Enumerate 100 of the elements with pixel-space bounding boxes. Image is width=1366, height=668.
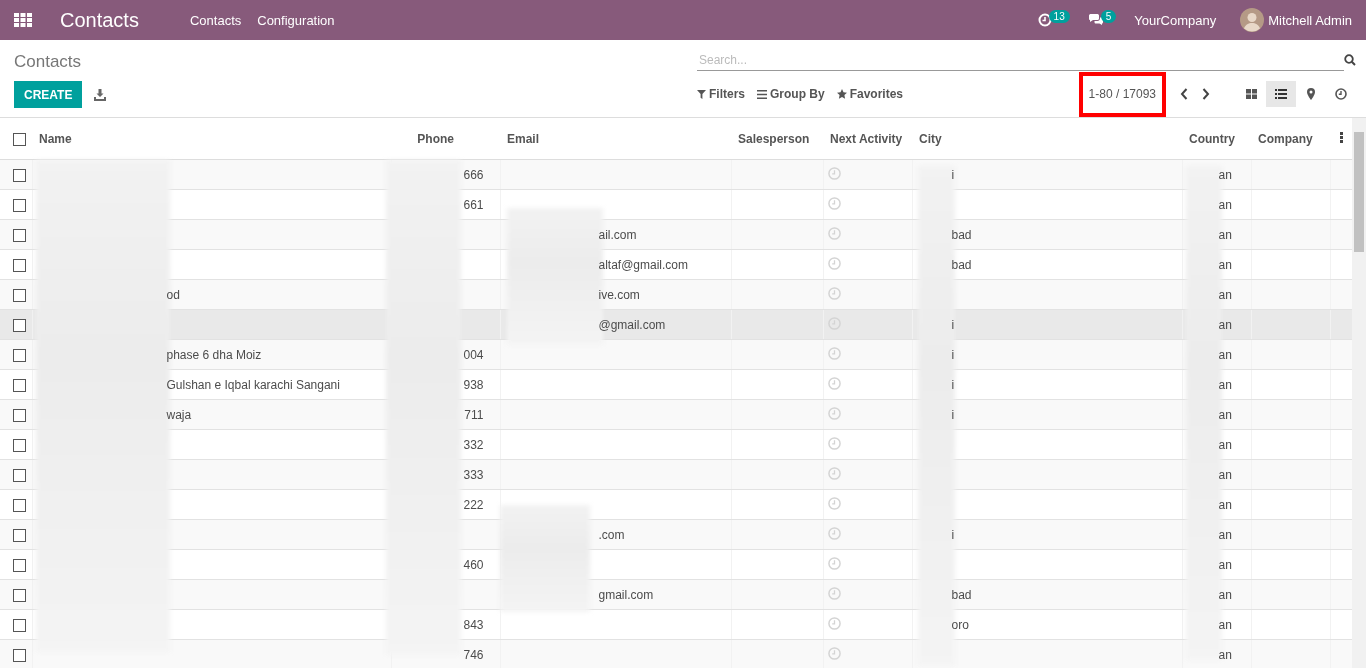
- row-checkbox[interactable]: [13, 588, 26, 602]
- row-checkbox[interactable]: [13, 408, 26, 422]
- city-cell: i: [951, 347, 955, 362]
- clock-icon: [1335, 88, 1347, 100]
- star-icon: [836, 89, 847, 99]
- phone-cell: 843: [463, 617, 484, 632]
- row-checkbox[interactable]: [13, 198, 26, 212]
- name-cell: waja: [166, 407, 192, 422]
- phone-cell: 661: [463, 197, 484, 212]
- column-header[interactable]: Country: [1182, 118, 1251, 160]
- country-cell: an: [1218, 647, 1232, 662]
- row-checkbox[interactable]: [13, 348, 26, 362]
- phone-cell: 938: [463, 377, 484, 392]
- country-cell: an: [1218, 347, 1232, 362]
- city-cell: bad: [951, 227, 972, 242]
- phone-cell: 666: [463, 167, 484, 182]
- city-cell: bad: [951, 587, 972, 602]
- country-cell: an: [1218, 227, 1232, 242]
- menu-item[interactable]: Configuration: [257, 12, 335, 28]
- email-cell: ail.com: [598, 227, 637, 242]
- name-cell: od: [166, 287, 180, 302]
- grid-icon: [1245, 89, 1257, 99]
- city-cell: i: [951, 317, 955, 332]
- phone-cell: 333: [463, 467, 484, 482]
- download-icon[interactable]: [94, 88, 107, 101]
- country-cell: an: [1218, 167, 1232, 182]
- column-header[interactable]: City: [912, 118, 1182, 160]
- row-checkbox[interactable]: [13, 528, 26, 542]
- country-cell: an: [1218, 377, 1232, 392]
- map-pin-icon: [1307, 88, 1315, 100]
- country-cell: an: [1218, 257, 1232, 272]
- country-cell: an: [1218, 497, 1232, 512]
- row-checkbox[interactable]: [13, 618, 26, 632]
- email-cell: ive.com: [598, 287, 640, 302]
- city-cell: bad: [951, 257, 972, 272]
- city-cell: i: [951, 167, 955, 182]
- search-field[interactable]: Search...: [697, 49, 1344, 71]
- country-cell: an: [1218, 437, 1232, 452]
- chat-icon[interactable]: [1087, 13, 1104, 27]
- country-cell: an: [1218, 467, 1232, 482]
- column-header[interactable]: Salesperson: [731, 118, 823, 160]
- row-checkbox[interactable]: [13, 288, 26, 302]
- row-checkbox[interactable]: [13, 378, 26, 392]
- email-cell: altaf@gmail.com: [598, 257, 689, 272]
- next-icon[interactable]: [1202, 88, 1210, 100]
- app-title: Contacts: [60, 8, 139, 32]
- country-cell: an: [1218, 317, 1232, 332]
- country-cell: an: [1218, 197, 1232, 212]
- select-all-checkbox[interactable]: [13, 132, 26, 146]
- column-header[interactable]: Email: [500, 118, 731, 160]
- search-option[interactable]: Favorites: [836, 87, 904, 101]
- phone-cell: 746: [463, 647, 484, 662]
- user-menu[interactable]: Mitchell Admin: [1268, 12, 1352, 28]
- kebab-icon[interactable]: [1339, 131, 1343, 143]
- list-icon: [1275, 89, 1287, 99]
- country-cell: an: [1218, 587, 1232, 602]
- email-cell: .com: [598, 527, 625, 542]
- company-switcher[interactable]: YourCompany: [1134, 12, 1217, 28]
- search-icon[interactable]: [1344, 54, 1356, 66]
- funnel-icon: [697, 89, 706, 99]
- row-checkbox[interactable]: [13, 558, 26, 572]
- row-checkbox[interactable]: [13, 438, 26, 452]
- country-cell: an: [1218, 287, 1232, 302]
- column-header[interactable]: Phone: [391, 118, 500, 160]
- search-option[interactable]: Filters: [697, 87, 745, 101]
- search-option[interactable]: Group By: [757, 87, 825, 101]
- message-count: 5: [1100, 9, 1117, 23]
- row-checkbox[interactable]: [13, 168, 26, 182]
- email-cell: @gmail.com: [598, 317, 666, 332]
- row-checkbox[interactable]: [13, 258, 26, 272]
- lines-icon: [757, 89, 767, 99]
- country-cell: an: [1218, 617, 1232, 632]
- row-checkbox[interactable]: [13, 318, 26, 332]
- name-cell: Gulshan e Iqbal karachi Sangani: [166, 377, 340, 392]
- row-checkbox[interactable]: [13, 498, 26, 512]
- column-header[interactable]: Next Activity: [823, 118, 912, 160]
- phone-cell: 004: [463, 347, 484, 362]
- row-checkbox[interactable]: [13, 648, 26, 662]
- row-checkbox[interactable]: [13, 228, 26, 242]
- pager-value[interactable]: 1-80 / 17093: [1088, 87, 1156, 101]
- country-cell: an: [1218, 527, 1232, 542]
- list-view-button[interactable]: [1266, 81, 1296, 107]
- scrollbar[interactable]: [1352, 118, 1366, 668]
- apps-grid-icon[interactable]: [14, 13, 32, 27]
- breadcrumb: Contacts: [14, 52, 83, 73]
- previous-icon[interactable]: [1180, 88, 1188, 100]
- menu-item[interactable]: Contacts: [189, 12, 242, 28]
- row-checkbox[interactable]: [13, 468, 26, 482]
- phone-cell: 460: [463, 557, 484, 572]
- column-header[interactable]: Name: [32, 118, 391, 160]
- phone-cell: 222: [463, 497, 484, 512]
- phone-cell: 332: [463, 437, 484, 452]
- city-cell: i: [951, 527, 955, 542]
- name-cell: phase 6 dha Moiz: [166, 347, 262, 362]
- country-cell: an: [1218, 407, 1232, 422]
- city-cell: i: [951, 377, 955, 392]
- avatar-icon[interactable]: [1240, 8, 1265, 32]
- city-cell: oro: [951, 617, 969, 632]
- column-header[interactable]: Company: [1251, 118, 1330, 160]
- city-cell: i: [951, 407, 955, 422]
